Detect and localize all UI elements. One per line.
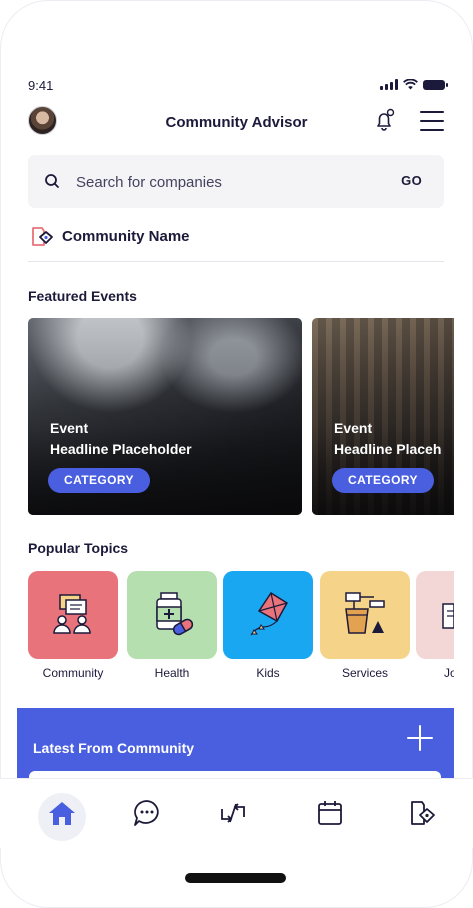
latest-from-community: Latest From Community (17, 708, 454, 781)
event-card[interactable]: Event Headline Placeholder CATEGORY (28, 318, 302, 515)
popular-topics-title: Popular Topics (28, 540, 129, 556)
topic-label: Jo (444, 666, 454, 680)
topic-tile-jobs[interactable] (416, 571, 454, 659)
search-input[interactable] (76, 170, 376, 194)
topic-label: Health (154, 666, 190, 680)
hamburger-menu-icon[interactable] (420, 111, 444, 131)
people-chat-icon (53, 594, 91, 634)
search-icon (45, 174, 59, 188)
nav-home[interactable] (42, 793, 82, 833)
event-card[interactable]: Event Headline Placeh CATEGORY (312, 318, 454, 515)
community-name: Community Name (62, 228, 190, 245)
nav-calendar[interactable] (310, 793, 350, 833)
community-icon (411, 801, 435, 825)
phone-screen: 9:41 Community Advisor GO (0, 0, 473, 908)
community-selector[interactable]: Community Name (28, 222, 444, 262)
battery-icon (423, 80, 448, 90)
medicine-icon (156, 592, 194, 636)
category-badge[interactable]: CATEGORY (332, 468, 434, 493)
nav-exchange[interactable] (213, 793, 253, 833)
topic-tile-kids[interactable] (223, 571, 313, 659)
chat-icon (134, 800, 159, 826)
nav-chat[interactable] (127, 793, 167, 833)
calendar-icon (318, 801, 342, 825)
event-headline: Headline Placeholder (50, 441, 192, 457)
event-label: Event (334, 420, 373, 436)
status-icons (380, 79, 448, 90)
search-bar[interactable]: GO (28, 155, 444, 208)
latest-title: Latest From Community (33, 740, 195, 756)
tools-icon (345, 592, 385, 634)
status-time: 9:41 (28, 78, 54, 93)
signal-icon (380, 79, 398, 90)
bottom-nav (0, 778, 473, 848)
community-icon (32, 227, 53, 246)
topic-tile-services[interactable] (320, 571, 410, 659)
event-label: Event (50, 420, 89, 436)
topic-tile-health[interactable] (127, 571, 217, 659)
home-indicator (185, 873, 286, 883)
page-title: Community Advisor (165, 114, 308, 131)
add-post-icon[interactable] (407, 725, 433, 751)
event-headline: Headline Placeh (334, 441, 442, 457)
document-icon (442, 603, 454, 629)
topic-tile-community[interactable] (28, 571, 118, 659)
topic-label: Community (42, 666, 104, 680)
home-icon (49, 802, 75, 825)
nav-community[interactable] (402, 793, 442, 833)
notification-bell-icon[interactable] (373, 108, 397, 132)
exchange-icon (221, 803, 245, 823)
go-button[interactable]: GO (401, 173, 422, 188)
featured-events-title: Featured Events (28, 288, 137, 304)
topic-label: Kids (256, 666, 280, 680)
kite-icon (250, 591, 289, 636)
topic-label: Services (341, 666, 388, 680)
category-badge[interactable]: CATEGORY (48, 468, 150, 493)
wifi-icon (403, 79, 418, 90)
